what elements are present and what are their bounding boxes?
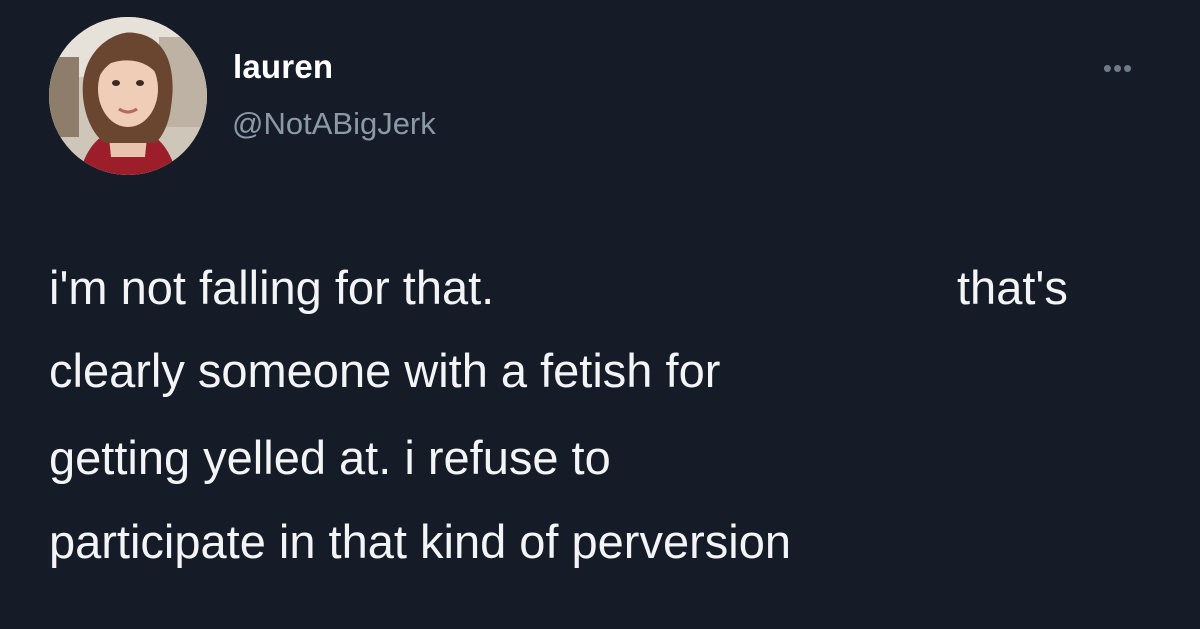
avatar-photo-icon (49, 17, 207, 175)
more-options-button[interactable]: ••• (1093, 50, 1143, 86)
more-options-icon: ••• (1102, 53, 1134, 83)
tweet-text-line-1-right: that's (957, 261, 1068, 314)
author-display-name[interactable]: lauren (233, 48, 333, 86)
tweet-text-line-2: clearly someone with a fetish for (49, 344, 721, 397)
tweet-card: lauren @NotABigJerk ••• i'm not falling … (0, 0, 1200, 629)
author-handle[interactable]: @NotABigJerk (232, 106, 436, 142)
tweet-text-line-3: getting yelled at. i refuse to (49, 431, 611, 484)
tweet-text-line-4: participate in that kind of perversion (49, 515, 791, 568)
user-avatar[interactable] (49, 17, 207, 175)
